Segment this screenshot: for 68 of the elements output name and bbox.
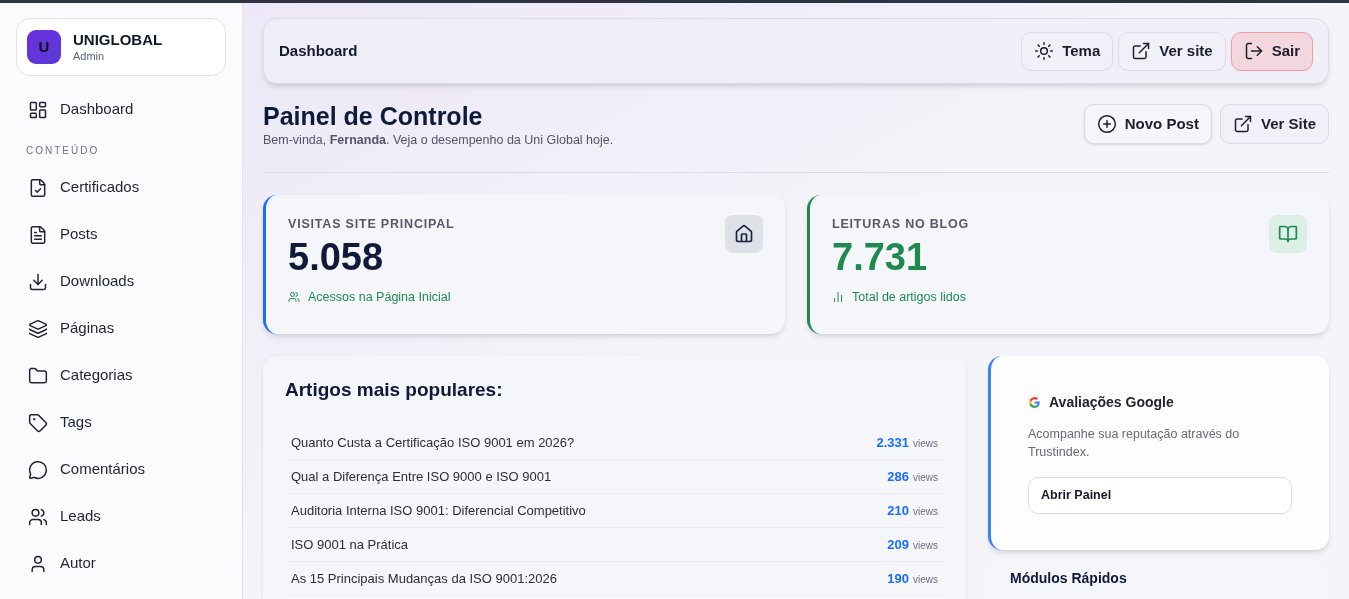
views-label: views — [913, 505, 938, 519]
article-title: ISO 9001 na Prática — [291, 536, 409, 554]
layers-icon — [28, 318, 48, 339]
sidebar-item[interactable]: Dashboard — [0, 86, 242, 133]
page-title: Dashboard — [279, 40, 358, 61]
sidebar-item[interactable]: Posts — [0, 211, 242, 258]
article-title: Auditoria Interna ISO 9001: Diferencial Competitivo — [291, 502, 586, 520]
sun-icon — [1034, 41, 1055, 61]
external-link-icon — [1232, 114, 1253, 134]
brand-name: UNIGLOBAL — [73, 30, 163, 50]
view-count: 210 — [887, 502, 909, 520]
sidebar-item[interactable]: Tags — [0, 399, 242, 446]
open-panel-button[interactable]: Abrir Painel — [1028, 476, 1292, 514]
card-title: Módulos Rápidos — [1010, 569, 1127, 586]
views-label: views — [913, 437, 938, 451]
view-count: 190 — [887, 570, 909, 588]
toolbar-button[interactable]: Ver site — [1118, 31, 1226, 71]
article-title: Qual a Diferença Entre ISO 9000 e ISO 9001 — [291, 468, 552, 486]
user-icon — [28, 553, 48, 574]
google-logo-icon — [1028, 395, 1041, 409]
stat-value: 5.058 — [288, 234, 385, 280]
folder-icon — [28, 365, 48, 386]
users-icon — [28, 506, 48, 527]
stat-label: LEITURAS NO BLOG — [832, 215, 970, 233]
external-link-icon — [1131, 41, 1152, 61]
view-count: 286 — [887, 468, 909, 486]
plus-circle-icon — [1096, 114, 1117, 134]
users-icon — [288, 290, 300, 303]
toolbar-button[interactable]: Ver Site — [1219, 104, 1329, 144]
sidebar-item[interactable]: Páginas — [0, 305, 242, 352]
article-title: Quanto Custa a Certificação ISO 9001 em 2026? — [291, 434, 575, 452]
sidebar-item[interactable]: Comentários — [0, 446, 242, 493]
sidebar-item[interactable]: Categorias — [0, 352, 242, 399]
bar-chart-icon — [832, 290, 844, 303]
tag-icon — [28, 412, 48, 433]
grid-icon — [28, 99, 48, 120]
brand-role: Admin — [73, 49, 106, 64]
card-title: Avaliações Google — [1049, 392, 1174, 412]
sidebar-item[interactable]: Leads — [0, 493, 242, 540]
view-count: 2.331 — [876, 434, 909, 452]
article-title: As 15 Principais Mudanças da ISO 9001:2026 — [291, 570, 557, 588]
open-book-icon — [1278, 223, 1298, 244]
toolbar-button[interactable]: Sair — [1230, 31, 1313, 71]
sidebar-item[interactable]: Certificados — [0, 164, 242, 211]
view-count: 209 — [887, 536, 909, 554]
stat-note: Acessos na Página Inicial — [288, 287, 455, 307]
stat-note: Total de artigos lidos — [832, 287, 970, 307]
views-label: views — [913, 573, 938, 587]
logout-icon — [1243, 41, 1264, 61]
card-title: Artigos mais populares: — [285, 377, 504, 402]
views-label: views — [913, 471, 938, 485]
dashboard-heading: Painel de Controle — [263, 101, 484, 131]
file-text-icon — [28, 224, 48, 245]
toolbar-button[interactable]: Novo Post — [1083, 104, 1212, 144]
download-icon — [28, 271, 48, 292]
file-check-icon — [28, 177, 48, 198]
reviews-description: Acompanhe sua reputação através do Trustindex. — [1028, 425, 1241, 461]
chat-bubble-icon — [28, 459, 48, 480]
welcome-text: Bem-vinda, Fernanda. Veja o desempenho da Uni Global hoje. — [263, 132, 614, 149]
stat-value: 7.731 — [832, 234, 929, 280]
views-label: views — [913, 539, 938, 553]
brand-avatar: U — [27, 30, 61, 64]
section-heading: CONTEÚDO — [25, 143, 101, 158]
sidebar-item[interactable]: Downloads — [0, 258, 242, 305]
stat-label: VISITAS SITE PRINCIPAL — [288, 215, 455, 233]
toolbar-button[interactable]: Tema — [1021, 31, 1114, 71]
sidebar-item[interactable]: Autor — [0, 540, 242, 587]
house-icon — [734, 223, 754, 244]
